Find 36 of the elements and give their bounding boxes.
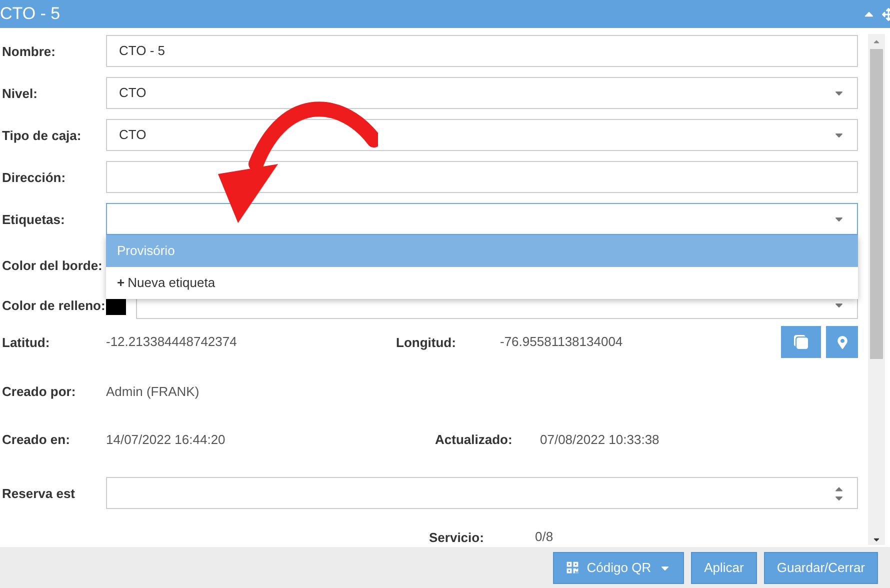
field-label: Tipo de caja: xyxy=(2,126,82,144)
dropdown-item[interactable]: + Nueva etiqueta xyxy=(106,267,858,299)
window-title: CTO - 5 xyxy=(0,3,62,26)
longitude-value: -76.95581138134004 xyxy=(500,333,624,352)
created-date: 14/07/2022 16:44:20 xyxy=(106,430,226,449)
field-label: Nivel: xyxy=(2,84,38,102)
field-label: Color del borde: xyxy=(2,257,104,274)
plus-icon: + xyxy=(117,273,125,293)
field-label: Creado por: xyxy=(2,382,77,400)
field-label: Reserva est xyxy=(2,484,76,502)
number-field[interactable] xyxy=(106,477,858,510)
scrollbar[interactable] xyxy=(868,34,885,545)
location-button[interactable] xyxy=(826,326,858,358)
latitude-value: -12.213384448742374 xyxy=(106,333,238,352)
field-label: Dirección: xyxy=(2,168,67,186)
scroll-thumb[interactable] xyxy=(870,49,883,359)
field-label: Color de relleno: xyxy=(2,296,106,314)
field-label: Latitud: xyxy=(2,334,51,351)
select-field[interactable]: CTO xyxy=(106,77,858,109)
field-label: Longitud: xyxy=(396,334,457,351)
copy-button[interactable] xyxy=(781,326,821,358)
field-label: Nombre: xyxy=(2,42,56,60)
select-field[interactable] xyxy=(106,203,858,235)
map-pin-icon xyxy=(836,336,848,349)
text-field[interactable] xyxy=(106,161,858,193)
copy-icon xyxy=(793,334,809,350)
field-label: Servicio: xyxy=(429,528,485,546)
select-field[interactable]: CTO xyxy=(106,119,858,151)
field-label: Actualizado: xyxy=(435,430,514,448)
qr-code-icon xyxy=(566,561,579,574)
field-label: Etiquetas: xyxy=(2,210,66,228)
creator-value: Admin (FRANK) xyxy=(106,382,200,401)
updated-date: 07/08/2022 10:33:38 xyxy=(540,430,660,449)
text-field[interactable]: CTO - 5 xyxy=(106,35,858,67)
field-label: Creado en: xyxy=(2,430,71,448)
service-value: 0/8 xyxy=(535,528,554,546)
